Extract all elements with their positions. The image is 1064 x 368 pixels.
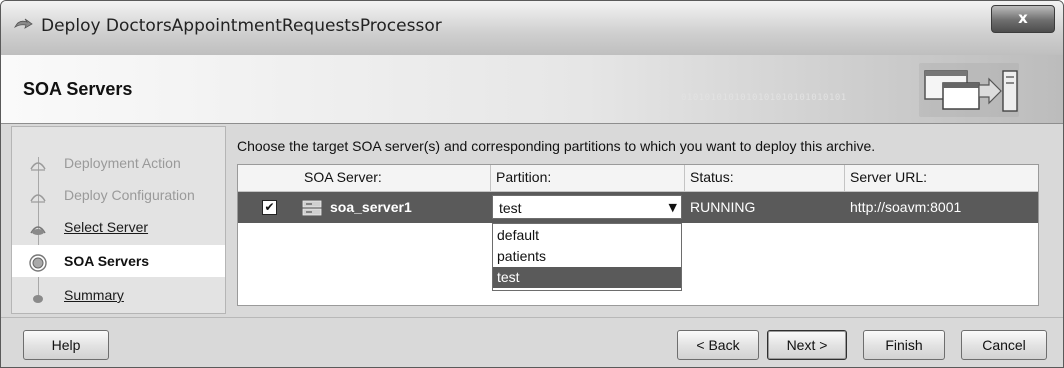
nav-step-select-server[interactable]: Select Server bbox=[12, 211, 225, 243]
server-icon bbox=[302, 200, 322, 216]
nav-step-label: Deployment Action bbox=[64, 155, 181, 171]
column-divider bbox=[684, 165, 685, 191]
nav-step-deployment-action: Deployment Action bbox=[12, 147, 225, 179]
check-icon: ✔ bbox=[264, 200, 275, 214]
page-header: SOA Servers 0101010101010101010101010101 bbox=[1, 55, 1063, 124]
server-name: soa_server1 bbox=[330, 199, 412, 215]
step-current-icon bbox=[29, 254, 47, 272]
cancel-button[interactable]: Cancel bbox=[961, 330, 1047, 360]
back-button-label: < Back bbox=[696, 337, 740, 353]
table-header: SOA Server: Partition: Status: Server UR… bbox=[238, 165, 1038, 192]
deploy-app-icon bbox=[14, 18, 33, 29]
step-complete-icon bbox=[30, 162, 46, 171]
nav-step-deploy-configuration: Deploy Configuration bbox=[12, 179, 225, 211]
help-button-label: Help bbox=[51, 337, 81, 353]
next-button-label: Next > bbox=[786, 337, 828, 353]
column-header-server[interactable]: SOA Server: bbox=[304, 169, 382, 185]
dialog-footer: Help < Back Next > Finish Cancel bbox=[1, 317, 1063, 367]
back-button[interactable]: < Back bbox=[677, 330, 759, 360]
finish-button[interactable]: Finish bbox=[863, 330, 945, 360]
instructions-text: Choose the target SOA server(s) and corr… bbox=[237, 138, 876, 154]
main-content: Choose the target SOA server(s) and corr… bbox=[227, 126, 1053, 312]
column-divider bbox=[490, 165, 491, 191]
column-header-url[interactable]: Server URL: bbox=[850, 169, 927, 185]
close-icon: x bbox=[1018, 9, 1028, 27]
nav-step-summary[interactable]: Summary bbox=[12, 279, 225, 311]
server-url: http://soavm:8001 bbox=[850, 199, 962, 215]
help-button[interactable]: Help bbox=[23, 330, 109, 360]
partition-dropdown-list: default patients test bbox=[492, 223, 682, 291]
partition-option-test[interactable]: test bbox=[493, 267, 681, 288]
close-button[interactable]: x bbox=[991, 5, 1055, 33]
page-title: SOA Servers bbox=[23, 79, 133, 99]
partition-option-default[interactable]: default bbox=[493, 225, 681, 246]
nav-step-label: Select Server bbox=[64, 219, 149, 235]
column-divider bbox=[844, 165, 845, 191]
cancel-button-label: Cancel bbox=[982, 337, 1026, 353]
partition-selected-value: test bbox=[499, 200, 522, 216]
servers-table: SOA Server: Partition: Status: Server UR… bbox=[237, 164, 1039, 306]
dropdown-arrow-icon[interactable]: ▼ bbox=[669, 201, 677, 214]
column-header-partition[interactable]: Partition: bbox=[496, 169, 551, 185]
deploy-wizard-icon bbox=[919, 63, 1019, 117]
wizard-steps-nav: Deployment Action Deploy Configuration S… bbox=[11, 126, 226, 314]
step-node-icon bbox=[30, 226, 46, 235]
server-status: RUNNING bbox=[690, 199, 756, 215]
table-row[interactable]: ✔ soa_server1 test ▼ RUNNING http://soav… bbox=[238, 192, 1038, 223]
nav-step-label: Deploy Configuration bbox=[64, 187, 195, 203]
column-header-status[interactable]: Status: bbox=[690, 169, 734, 185]
nav-step-label: Summary bbox=[64, 287, 124, 303]
partition-dropdown[interactable]: test ▼ bbox=[492, 195, 682, 219]
nav-step-soa-servers[interactable]: SOA Servers bbox=[12, 245, 225, 277]
finish-button-label: Finish bbox=[885, 337, 923, 353]
title-bar: Deploy DoctorsAppointmentRequestsProcess… bbox=[1, 1, 1063, 55]
partition-option-patients[interactable]: patients bbox=[493, 246, 681, 267]
step-complete-icon bbox=[30, 194, 46, 203]
step-node-icon bbox=[33, 295, 43, 303]
binary-decoration: 0101010101010101010101010101 bbox=[681, 93, 847, 103]
next-button[interactable]: Next > bbox=[767, 330, 847, 360]
window-title: Deploy DoctorsAppointmentRequestsProcess… bbox=[41, 16, 442, 36]
nav-step-label: SOA Servers bbox=[64, 253, 150, 269]
server-checkbox[interactable]: ✔ bbox=[262, 200, 277, 215]
deploy-dialog: Deploy DoctorsAppointmentRequestsProcess… bbox=[0, 0, 1064, 368]
